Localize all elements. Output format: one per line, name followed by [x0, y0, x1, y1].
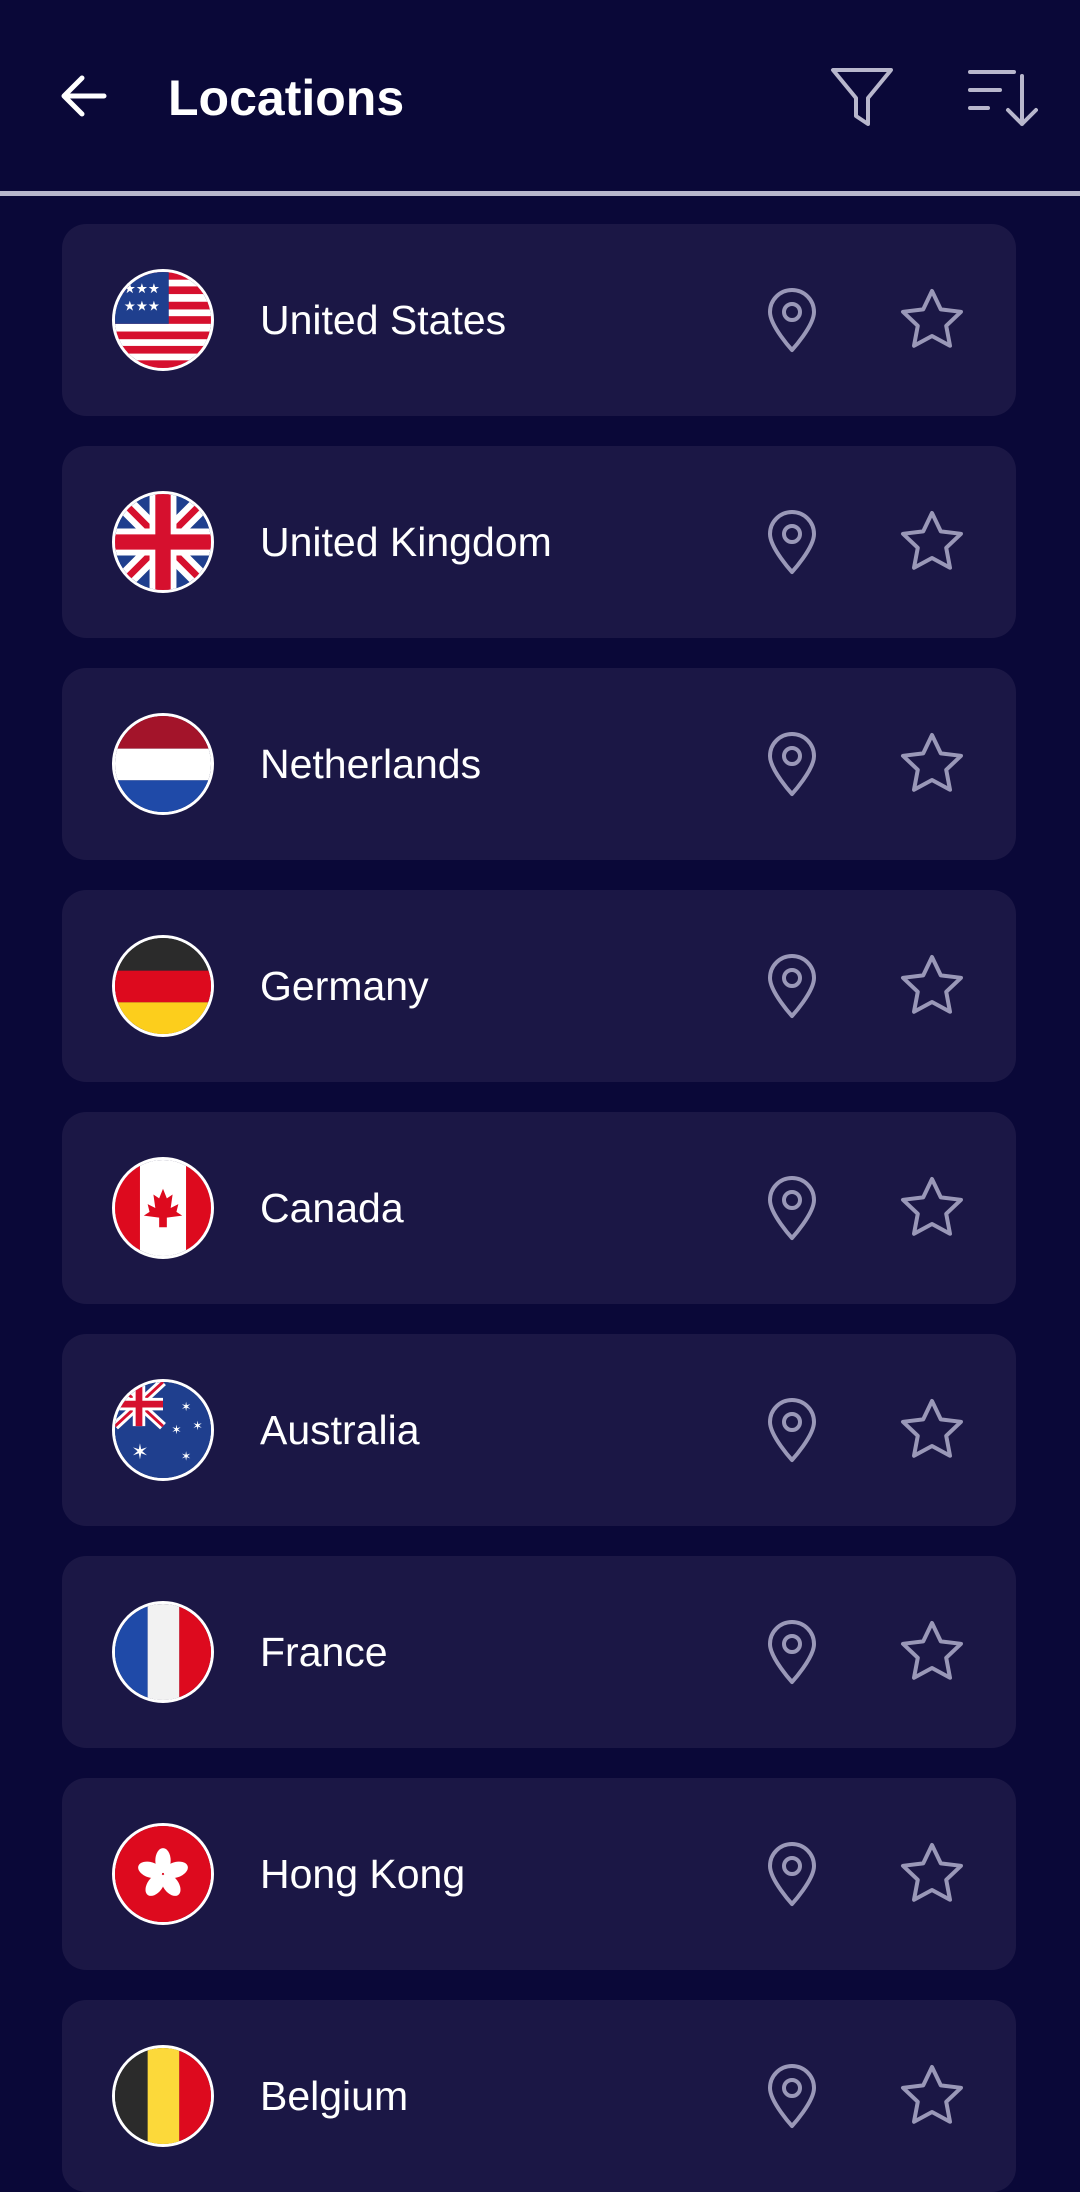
map-pin-icon	[768, 732, 816, 796]
favorite-star-button[interactable]	[888, 2052, 976, 2140]
country-name: Australia	[260, 1407, 420, 1453]
header-divider	[0, 191, 1080, 196]
ca-flag-icon	[112, 1157, 214, 1259]
favorite-star-button[interactable]	[888, 276, 976, 364]
location-row-united-states[interactable]: ★★★ ★★★ United States	[62, 224, 1016, 416]
location-row-hong-kong[interactable]: Hong Kong	[62, 1778, 1016, 1970]
location-row-france[interactable]: France	[62, 1556, 1016, 1748]
svg-text:✶: ✶	[192, 1418, 202, 1433]
favorite-star-button[interactable]	[888, 1386, 976, 1474]
svg-text:✶: ✶	[181, 1399, 191, 1414]
star-icon	[901, 955, 963, 1014]
filter-button[interactable]	[824, 60, 900, 136]
favorite-star-button[interactable]	[888, 1830, 976, 1918]
map-pin-icon	[768, 1176, 816, 1240]
map-pin-icon	[768, 2064, 816, 2128]
country-name: United States	[260, 297, 507, 343]
uk-flag-icon	[112, 491, 214, 593]
country-name: Belgium	[260, 2073, 409, 2119]
country-name: Germany	[260, 963, 429, 1009]
svg-text:★★★: ★★★	[124, 282, 160, 297]
star-icon	[901, 1399, 963, 1458]
top-app-bar: Locations	[0, 0, 1080, 192]
map-pin-icon	[768, 1398, 816, 1462]
sort-button[interactable]	[964, 60, 1040, 136]
fr-flag-icon	[112, 1601, 214, 1703]
star-icon	[901, 1621, 963, 1680]
location-row-australia[interactable]: ✶ ✶ ✶ ✶ ✶ Australia	[62, 1334, 1016, 1526]
favorite-star-button[interactable]	[888, 1164, 976, 1252]
arrow-left-icon	[61, 75, 107, 117]
country-name: Canada	[260, 1185, 404, 1231]
map-pin-icon	[768, 288, 816, 352]
map-pin-button[interactable]	[748, 2052, 836, 2140]
location-row-germany[interactable]: Germany	[62, 890, 1016, 1082]
map-pin-icon	[768, 1842, 816, 1906]
country-name: United Kingdom	[260, 519, 552, 565]
location-row-netherlands[interactable]: Netherlands	[62, 668, 1016, 860]
svg-text:✶: ✶	[181, 1449, 191, 1464]
be-flag-icon	[112, 2045, 214, 2147]
svg-text:✶: ✶	[171, 1422, 181, 1437]
au-flag-icon: ✶ ✶ ✶ ✶ ✶	[112, 1379, 214, 1481]
favorite-star-button[interactable]	[888, 498, 976, 586]
country-name: Netherlands	[260, 741, 482, 787]
sort-icon	[968, 70, 1038, 126]
map-pin-button[interactable]	[748, 942, 836, 1030]
country-name: France	[260, 1629, 388, 1675]
filter-icon	[831, 68, 893, 126]
favorite-star-button[interactable]	[888, 942, 976, 1030]
map-pin-button[interactable]	[748, 276, 836, 364]
star-icon	[901, 2065, 963, 2124]
star-icon	[901, 733, 963, 792]
location-row-united-kingdom[interactable]: United Kingdom	[62, 446, 1016, 638]
page-title: Locations	[168, 70, 405, 126]
map-pin-button[interactable]	[748, 1830, 836, 1918]
de-flag-icon	[112, 935, 214, 1037]
star-icon	[901, 1843, 963, 1902]
star-icon	[901, 1177, 963, 1236]
hk-flag-icon	[112, 1823, 214, 1925]
us-flag-icon: ★★★ ★★★	[112, 269, 214, 371]
map-pin-button[interactable]	[748, 1608, 836, 1696]
map-pin-button[interactable]	[748, 1164, 836, 1252]
svg-text:✶: ✶	[131, 1439, 149, 1464]
svg-text:★★★: ★★★	[124, 299, 160, 314]
map-pin-button[interactable]	[748, 720, 836, 808]
nl-flag-icon	[112, 713, 214, 815]
star-icon	[901, 289, 963, 348]
star-icon	[901, 511, 963, 570]
location-row-belgium[interactable]: Belgium	[62, 2000, 1016, 2192]
location-row-canada[interactable]: Canada	[62, 1112, 1016, 1304]
favorite-star-button[interactable]	[888, 1608, 976, 1696]
back-button[interactable]	[52, 64, 116, 128]
country-name: Hong Kong	[260, 1851, 466, 1897]
map-pin-button[interactable]	[748, 498, 836, 586]
map-pin-icon	[768, 510, 816, 574]
map-pin-button[interactable]	[748, 1386, 836, 1474]
map-pin-icon	[768, 1620, 816, 1684]
map-pin-icon	[768, 954, 816, 1018]
favorite-star-button[interactable]	[888, 720, 976, 808]
